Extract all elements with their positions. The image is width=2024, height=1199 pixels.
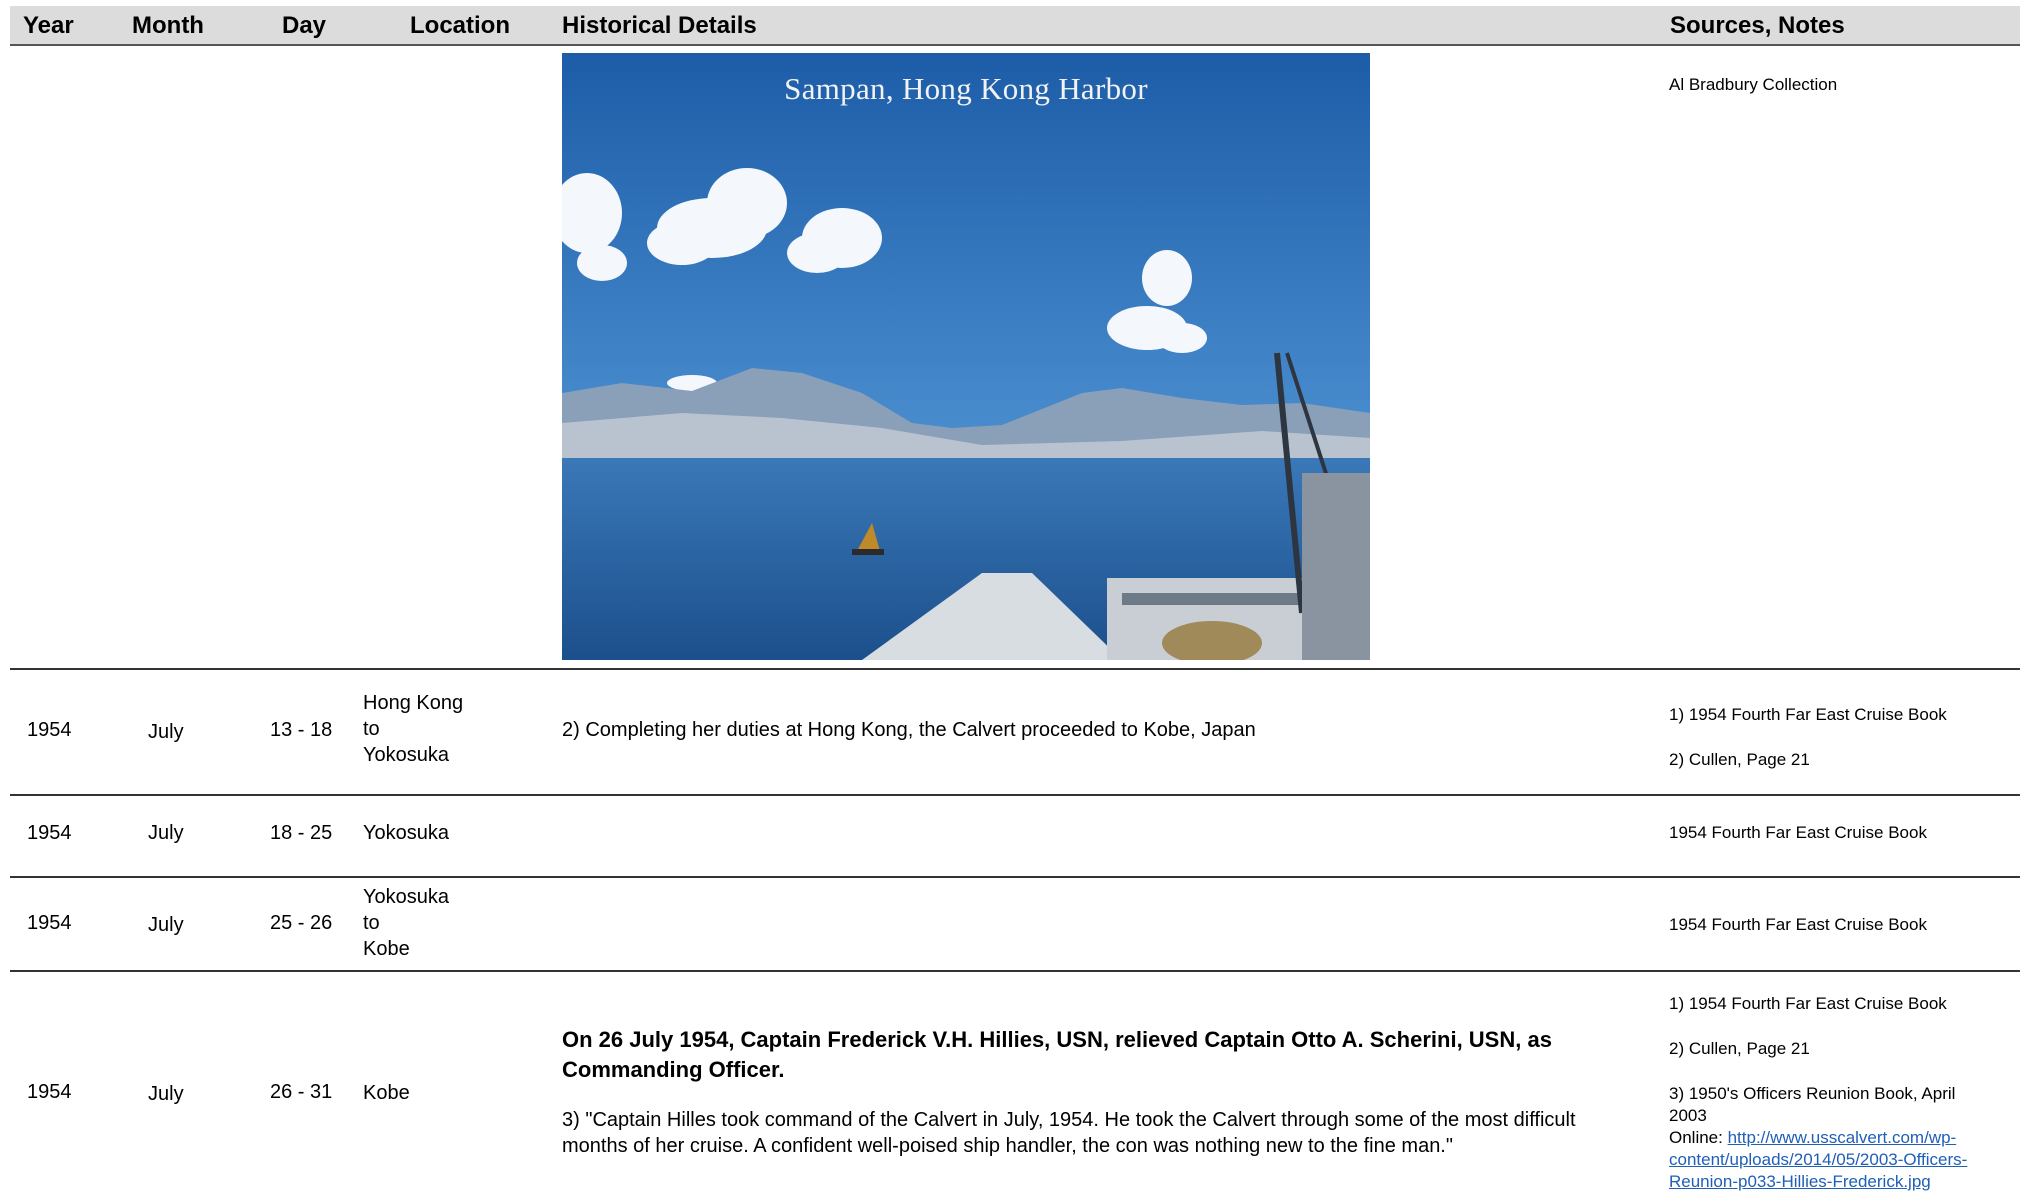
row-month: July: [148, 914, 184, 936]
row-detail-line-1: 3) "Captain Hilles took command of the C…: [562, 1109, 1576, 1131]
row-source-2: 2) Cullen, Page 21: [1669, 1039, 1810, 1058]
header-details: Historical Details: [562, 12, 757, 39]
table-row-photo: Sampan, Hong Kong Harbor Al Bradbury Col…: [10, 46, 2020, 670]
row-year: 1954: [27, 912, 72, 934]
row-year: 1954: [27, 1081, 72, 1103]
row-year: 1954: [27, 719, 72, 741]
row-month: July: [148, 721, 184, 743]
row-source-1: 1954 Fourth Far East Cruise Book: [1669, 823, 1927, 842]
row-location-line-2: to: [363, 912, 380, 934]
online-label: Online:: [1669, 1128, 1728, 1147]
row-day: 26 - 31: [270, 1081, 333, 1103]
photo-image-icon: [562, 53, 1370, 660]
row-source-3-line-1: 3) 1950's Officers Reunion Book, April: [1669, 1084, 1956, 1103]
table-row: 1954 July 26 - 31 Kobe On 26 July 1954, …: [10, 972, 2020, 1196]
header-location: Location: [410, 12, 510, 39]
row-day: 13 - 18: [270, 719, 333, 741]
harbor-photo: Sampan, Hong Kong Harbor: [562, 53, 1370, 660]
row-detail-bold-line-1: On 26 July 1954, Captain Frederick V.H. …: [562, 1027, 1552, 1052]
row-location-line-1: Yokosuka: [363, 822, 449, 844]
row-source-online-2: content/uploads/2014/05/2003-Officers-: [1669, 1149, 1967, 1171]
table-row: 1954 July 13 - 18 Hong Kong to Yokosuka …: [10, 670, 2020, 796]
header-day: Day: [282, 12, 327, 39]
row-source-2: 2) Cullen, Page 21: [1669, 750, 1810, 769]
row-location-line-3: Yokosuka: [363, 744, 449, 766]
row-source-online: Online: http://www.usscalvert.com/wp-: [1669, 1127, 1956, 1149]
row-detail-bold-line-2: Commanding Officer.: [562, 1057, 785, 1082]
row-year: 1954: [27, 822, 72, 844]
row-source-1: 1) 1954 Fourth Far East Cruise Book: [1669, 705, 1947, 724]
table-row: 1954 July 25 - 26 Yokosuka to Kobe 1954 …: [10, 878, 2020, 972]
header-month: Month: [132, 12, 204, 39]
photo-caption: Sampan, Hong Kong Harbor: [784, 71, 1148, 106]
source-link-line-3[interactable]: Reunion-p033-Hillies-Frederick.jpg: [1669, 1172, 1931, 1191]
table-header: Year Month Day Location Historical Detai…: [10, 6, 2020, 46]
row-location-line-3: Kobe: [363, 938, 410, 960]
row-detail-line-2: months of her cruise. A confident well-p…: [562, 1135, 1453, 1157]
source-link-line-2[interactable]: content/uploads/2014/05/2003-Officers-: [1669, 1150, 1967, 1169]
row-detail: 2) Completing her duties at Hong Kong, t…: [562, 719, 1256, 741]
row-day: 18 - 25: [270, 822, 333, 844]
row-location-line-1: Kobe: [363, 1082, 410, 1104]
row-month: July: [148, 1083, 184, 1105]
row-source-1: 1954 Fourth Far East Cruise Book: [1669, 915, 1927, 934]
table-row: 1954 July 18 - 25 Yokosuka 1954 Fourth F…: [10, 796, 2020, 878]
row-location-line-1: Hong Kong: [363, 692, 464, 714]
header-year: Year: [23, 12, 74, 39]
row-month: July: [148, 822, 184, 844]
header-sources: Sources, Notes: [1670, 12, 1845, 39]
row-source-3-line-2: 2003: [1669, 1106, 1707, 1125]
row-location-line-1: Yokosuka: [363, 886, 449, 908]
photo-source: Al Bradbury Collection: [1669, 75, 1838, 94]
row-day: 25 - 26: [270, 912, 333, 934]
source-link-line-1[interactable]: http://www.usscalvert.com/wp-: [1728, 1128, 1957, 1147]
row-location-line-2: to: [363, 718, 380, 740]
row-source-online-3: Reunion-p033-Hillies-Frederick.jpg: [1669, 1171, 1931, 1193]
row-source-1: 1) 1954 Fourth Far East Cruise Book: [1669, 994, 1947, 1013]
